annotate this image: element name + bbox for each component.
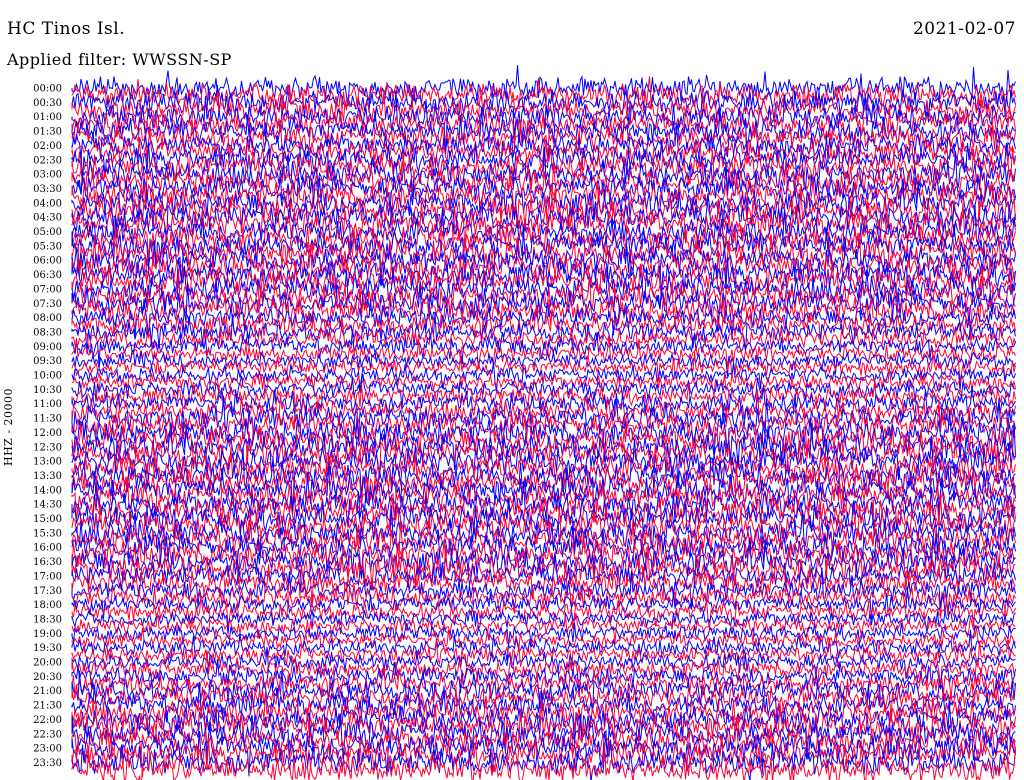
time-tick-label: 10:30 — [33, 385, 62, 396]
time-tick-label: 11:00 — [33, 399, 62, 410]
time-tick-label: 05:30 — [33, 241, 62, 252]
time-tick-label: 16:00 — [33, 543, 62, 554]
time-tick-label: 09:30 — [33, 356, 62, 367]
time-tick-label: 19:30 — [33, 643, 62, 654]
time-tick-label: 21:00 — [33, 686, 62, 697]
time-tick-label: 07:00 — [33, 284, 62, 295]
time-tick-label: 20:30 — [33, 672, 62, 683]
time-tick-label: 17:30 — [33, 586, 62, 597]
time-tick-label: 07:30 — [33, 299, 62, 310]
time-tick-label: 22:00 — [33, 715, 62, 726]
time-tick-label: 14:00 — [33, 485, 62, 496]
time-tick-label: 00:30 — [33, 98, 62, 109]
time-tick-label: 01:30 — [33, 127, 62, 138]
trace-layer — [71, 65, 1016, 780]
time-tick-label: 06:30 — [33, 270, 62, 281]
time-tick-label: 03:00 — [33, 170, 62, 181]
time-tick-label: 14:30 — [33, 500, 62, 511]
filter-label: Applied filter: WWSSN-SP — [7, 50, 232, 69]
time-tick-label: 05:00 — [33, 227, 62, 238]
time-tick-label: 01:00 — [33, 112, 62, 123]
time-tick-label: 02:30 — [33, 155, 62, 166]
time-tick-label: 18:30 — [33, 614, 62, 625]
time-tick-label: 11:30 — [33, 414, 62, 425]
time-tick-label: 04:00 — [33, 198, 62, 209]
time-tick-label: 09:00 — [33, 342, 62, 353]
time-tick-label: 08:30 — [33, 327, 62, 338]
time-tick-label: 16:30 — [33, 557, 62, 568]
time-tick-label: 12:30 — [33, 442, 62, 453]
helicorder-plot: 00:00 00:30 01:00 01:30 02:00 02:30 03:00 03:30… — [33, 65, 1016, 780]
time-tick-label: 23:00 — [33, 744, 62, 755]
time-tick-label: 12:00 — [33, 428, 62, 439]
time-tick-label: 17:00 — [33, 571, 62, 582]
time-tick-label: 19:00 — [33, 629, 62, 640]
time-tick-label: 13:30 — [33, 471, 62, 482]
time-tick-label: 23:30 — [33, 758, 62, 769]
time-tick-label: 03:30 — [33, 184, 62, 195]
time-tick-label: 21:30 — [33, 701, 62, 712]
time-tick-label: 10:00 — [33, 371, 62, 382]
time-tick-label: 15:00 — [33, 514, 62, 525]
time-tick-label: 04:30 — [33, 213, 62, 224]
time-tick-label: 22:30 — [33, 729, 62, 740]
time-tick-label: 15:30 — [33, 528, 62, 539]
time-tick-labels: 00:00 00:30 01:00 01:30 02:00 02:30 03:00 03:30… — [33, 84, 62, 769]
time-tick-label: 02:00 — [33, 141, 62, 152]
time-tick-label: 13:00 — [33, 457, 62, 468]
time-tick-label: 06:00 — [33, 256, 62, 267]
time-tick-label: 00:00 — [33, 84, 62, 95]
time-tick-label: 18:00 — [33, 600, 62, 611]
time-tick-label: 20:00 — [33, 658, 62, 669]
time-tick-label: 08:00 — [33, 313, 62, 324]
